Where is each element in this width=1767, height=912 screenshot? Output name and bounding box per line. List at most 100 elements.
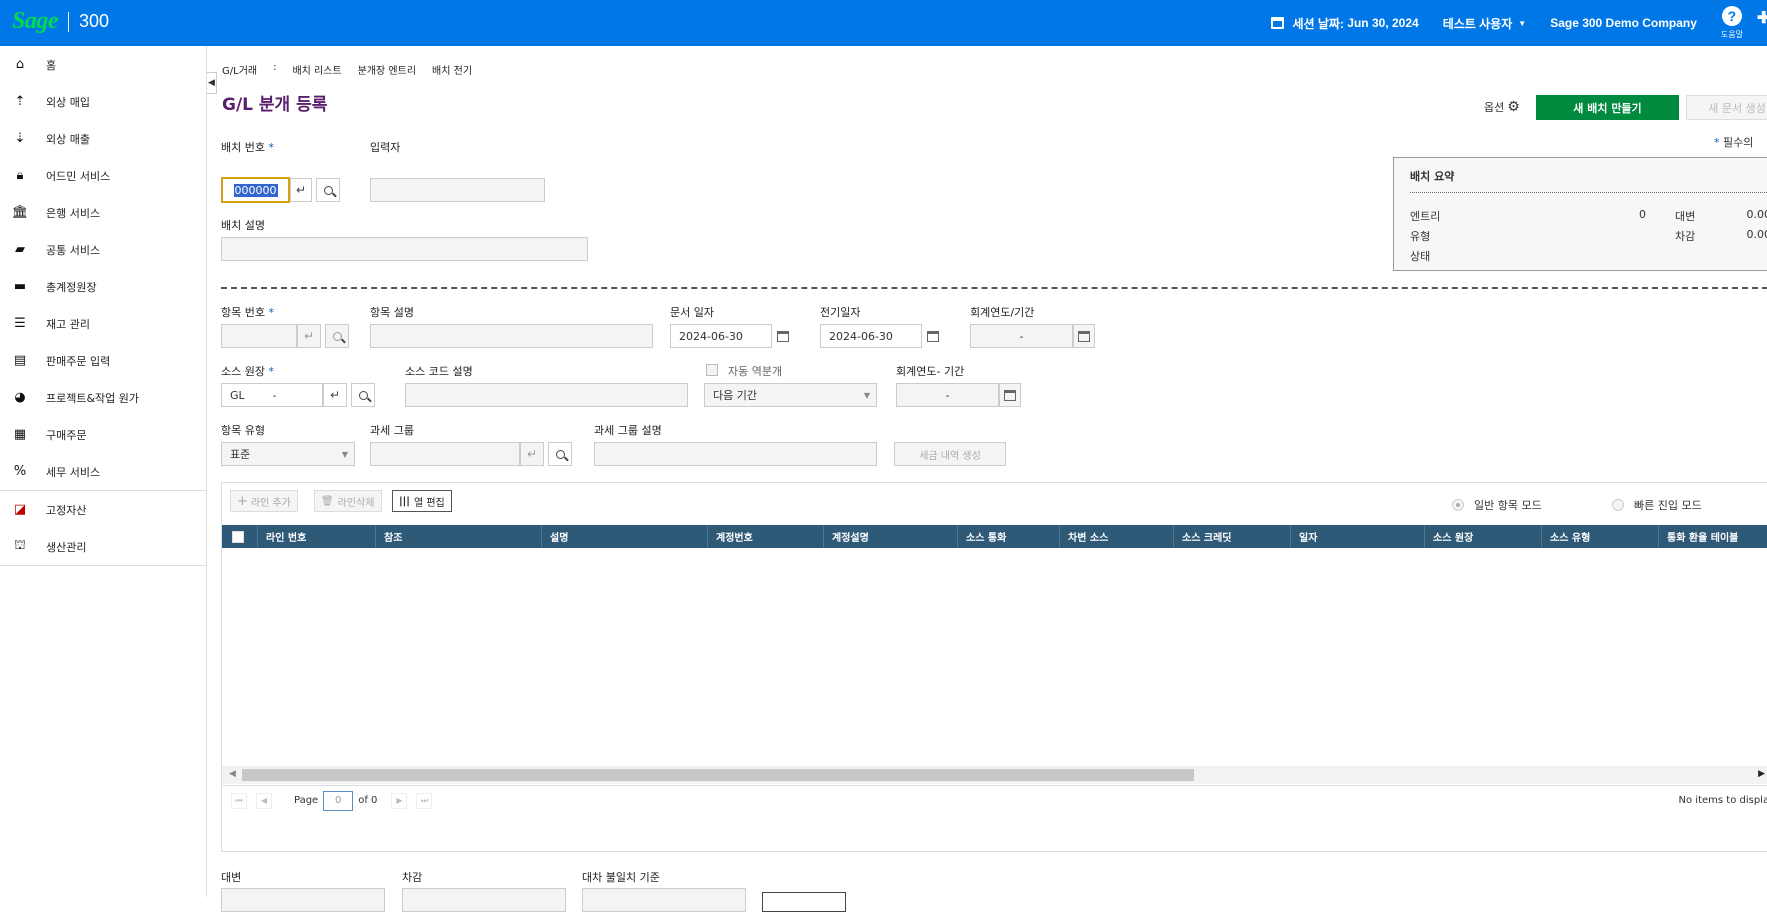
radio-dot xyxy=(1452,499,1464,511)
sidebar-item-production[interactable]: ⛫ 생산관리 xyxy=(0,528,206,565)
fiscal-period-input[interactable]: - xyxy=(970,324,1073,348)
sidebar-item-tax[interactable]: % 세무 서비스 xyxy=(0,453,206,490)
select-all-checkbox[interactable] xyxy=(232,531,244,543)
column-header[interactable]: 소스 크레딧 xyxy=(1174,525,1291,548)
column-header[interactable]: 통화 환율 테이블 xyxy=(1659,525,1767,548)
new-document-button[interactable]: 새 문서 생성 xyxy=(1686,95,1767,120)
column-header[interactable]: 차변 소스 xyxy=(1060,525,1174,548)
tax-group-description-input[interactable] xyxy=(594,442,877,466)
logo-text: Sage xyxy=(12,8,58,35)
new-batch-button[interactable]: 새 배치 만들기 xyxy=(1536,95,1679,120)
sidebar-item-label: 고정자산 xyxy=(46,502,86,518)
column-header[interactable]: 소스 유형 xyxy=(1542,525,1659,548)
batch-number-enter-button[interactable]: ↵ xyxy=(290,178,312,202)
source-ledger-search-button[interactable] xyxy=(351,383,375,407)
sidebar-divider xyxy=(0,565,206,566)
sage-logo[interactable]: Sage 300 xyxy=(12,8,109,35)
column-header[interactable]: 계정설명 xyxy=(824,525,958,548)
select-all-cell[interactable] xyxy=(222,525,258,548)
column-header[interactable]: 참조 xyxy=(376,525,542,548)
scrollbar-thumb[interactable] xyxy=(242,769,1194,781)
sidebar-item-gl[interactable]: ▬ 총계정원장 xyxy=(0,268,206,305)
document-date-input[interactable]: 2024-06-30 xyxy=(670,324,772,348)
batch-number-input[interactable]: 000000 xyxy=(221,177,290,203)
help-button[interactable]: ? 도움말 xyxy=(1721,6,1743,40)
sidebar-item-label: 세무 서비스 xyxy=(46,464,100,480)
horizontal-scrollbar[interactable]: ◀ ▶ xyxy=(222,766,1767,784)
column-header[interactable]: 소스 원장 xyxy=(1425,525,1542,548)
fiscal-period-picker[interactable] xyxy=(1073,324,1095,348)
sidebar-item-home[interactable]: ⌂ 홈 xyxy=(0,46,206,83)
quick-entry-mode-radio[interactable]: 빠른 진입 모드 xyxy=(1612,497,1702,513)
source-ledger-input[interactable]: GL - xyxy=(221,383,323,407)
tax-group-enter-button[interactable]: ↵ xyxy=(520,442,544,466)
document-date-label: 문서 일자 xyxy=(670,304,714,320)
breadcrumb-journal-entry[interactable]: 분개장 엔트리 xyxy=(358,62,416,77)
out-of-balance-label: 대차 불일치 기준 xyxy=(582,869,660,885)
entry-description-input[interactable] xyxy=(370,324,653,348)
entry-number-search-button[interactable] xyxy=(325,324,349,348)
enter-icon: ↵ xyxy=(330,388,340,402)
first-page-button[interactable]: ⏮ xyxy=(231,793,247,809)
session-date[interactable]: 세션 날짜: Jun 30, 2024 xyxy=(1271,15,1418,32)
add-line-button[interactable]: + 라인 추가 xyxy=(230,490,298,512)
breadcrumb-post-batch[interactable]: 배치 전기 xyxy=(432,62,472,77)
column-header[interactable]: 소스 통화 xyxy=(958,525,1060,548)
sidebar-item-purchase-order[interactable]: ▦ 구매주문 xyxy=(0,416,206,453)
source-code-description-input[interactable] xyxy=(405,383,688,407)
sidebar-item-sales-order[interactable]: ▤ 판매주문 입력 xyxy=(0,342,206,379)
options-button[interactable]: 옵션 ⚙ xyxy=(1484,99,1520,115)
fiscal-period-2-picker[interactable] xyxy=(999,383,1021,407)
page-title: G/L 분개 등록 xyxy=(222,90,327,115)
next-page-button[interactable]: ▶ xyxy=(391,793,407,809)
scroll-left-icon[interactable]: ◀ xyxy=(229,769,236,779)
delete-line-button[interactable]: 🗑︎ 라인삭제 xyxy=(314,490,382,512)
company-name[interactable]: Sage 300 Demo Company xyxy=(1550,16,1697,30)
reverse-period-select[interactable]: 다음 기간 ▼ xyxy=(704,383,877,407)
sidebar-item-project[interactable]: ◕ 프로젝트&작업 원가 xyxy=(0,379,206,416)
enter-icon: ↵ xyxy=(527,447,537,461)
sidebar-item-inventory[interactable]: ☰ 재고 관리 xyxy=(0,305,206,342)
page-number-input[interactable]: 0 xyxy=(323,791,353,811)
scroll-right-icon[interactable]: ▶ xyxy=(1758,769,1765,779)
last-page-button[interactable]: ⏭ xyxy=(416,793,432,809)
sidebar-item-admin[interactable]: 🔒︎ 어드민 서비스 xyxy=(0,157,206,194)
summary-debit-label: 대변 xyxy=(1675,208,1695,224)
tax-group-search-button[interactable] xyxy=(548,442,572,466)
column-header[interactable]: 계정번호 xyxy=(708,525,824,548)
batch-number-search-button[interactable] xyxy=(316,178,340,202)
posting-date-input[interactable]: 2024-06-30 xyxy=(820,324,922,348)
user-menu[interactable]: 테스트 사용자 ▼ xyxy=(1443,15,1527,32)
batch-description-input[interactable] xyxy=(221,237,588,261)
column-header[interactable]: 라인 번호 xyxy=(258,525,376,548)
session-date-label: 세션 날짜: xyxy=(1292,15,1344,32)
fiscal-period-2-label: 회계연도- 기간 xyxy=(896,363,964,379)
sidebar-item-bank[interactable]: 🏛︎ 은행 서비스 xyxy=(0,194,206,231)
generate-tax-button[interactable]: 세금 내역 생성 xyxy=(894,442,1006,466)
posting-date-picker[interactable] xyxy=(922,324,944,348)
sidebar-item-payables[interactable]: ⇡ 외상 매입 xyxy=(0,83,206,120)
help-icon: ? xyxy=(1722,6,1742,26)
bottom-action-button[interactable] xyxy=(762,892,846,912)
entry-type-select[interactable]: 표준 ▼ xyxy=(221,442,355,466)
entry-number-input[interactable] xyxy=(221,324,297,348)
breadcrumb-batch-list[interactable]: 배치 리스트 xyxy=(292,62,341,77)
prev-page-button[interactable]: ◀ xyxy=(256,793,272,809)
table-icon: ▦ xyxy=(12,427,28,443)
entry-number-enter-button[interactable]: ↵ xyxy=(297,324,321,348)
sidebar-item-receivables[interactable]: ⇣ 외상 매출 xyxy=(0,120,206,157)
breadcrumb-gl[interactable]: G/L거래 xyxy=(222,62,257,77)
source-ledger-enter-button[interactable]: ↵ xyxy=(323,383,347,407)
fiscal-period-2-input[interactable]: - xyxy=(896,383,999,407)
sidebar-item-fixed-assets[interactable]: ◪ 고정자산 xyxy=(0,491,206,528)
sidebar-item-common[interactable]: ▰ 공통 서비스 xyxy=(0,231,206,268)
tax-group-input[interactable] xyxy=(370,442,520,466)
auto-reverse-checkbox[interactable] xyxy=(706,364,718,376)
column-header[interactable]: 설명 xyxy=(542,525,708,548)
normal-entry-mode-radio[interactable]: 일반 항목 모드 xyxy=(1452,497,1542,513)
document-date-picker[interactable] xyxy=(772,324,794,348)
entered-by-input[interactable] xyxy=(370,178,545,202)
widgets-icon[interactable]: ✚ xyxy=(1757,8,1767,38)
column-header[interactable]: 일자 xyxy=(1291,525,1425,548)
edit-columns-button[interactable]: ||| 열 편집 xyxy=(392,490,452,512)
